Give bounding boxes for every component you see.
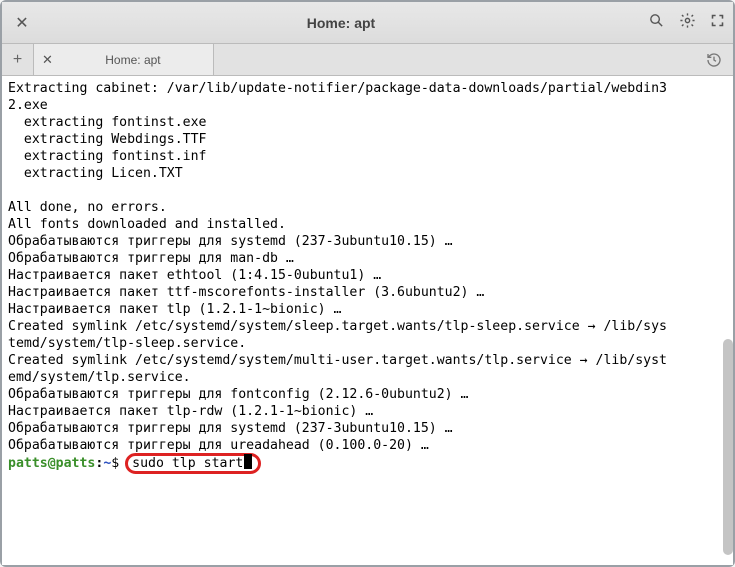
terminal-prompt: patts@patts:~$: [8, 456, 127, 471]
scrollbar[interactable]: [721, 74, 733, 565]
gear-icon[interactable]: [679, 12, 696, 34]
fullscreen-icon[interactable]: [710, 13, 725, 33]
search-icon[interactable]: [648, 12, 665, 34]
history-icon[interactable]: [695, 44, 733, 75]
text-cursor: [244, 454, 252, 469]
tab-home-apt[interactable]: ✕ Home: apt: [34, 44, 214, 75]
tab-close-icon[interactable]: ✕: [42, 52, 53, 68]
tabbar: + ✕ Home: apt: [2, 44, 733, 76]
scrollbar-thumb[interactable]: [723, 339, 733, 555]
window-title: Home: apt: [34, 15, 648, 31]
titlebar: ✕ Home: apt: [2, 2, 733, 44]
titlebar-actions: [648, 12, 725, 34]
prompt-host: patts: [56, 456, 96, 471]
command-highlight: sudo tlp start: [127, 454, 261, 472]
terminal-output[interactable]: Extracting cabinet: /var/lib/update-noti…: [2, 76, 733, 565]
new-tab-button[interactable]: +: [2, 44, 34, 75]
prompt-user: patts: [8, 456, 48, 471]
window-close-icon[interactable]: ✕: [10, 11, 34, 35]
tab-label: Home: apt: [61, 53, 205, 67]
typed-command: sudo tlp start: [132, 456, 243, 471]
prompt-symbol: $: [111, 456, 119, 471]
